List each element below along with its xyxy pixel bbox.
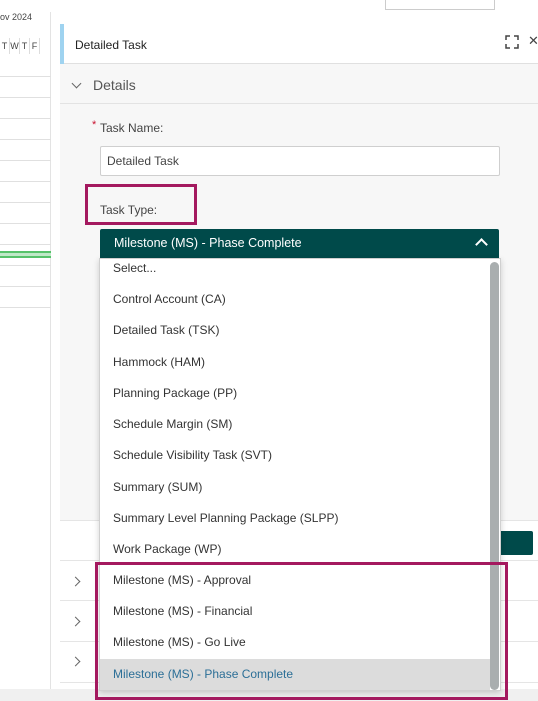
gantt-row-line bbox=[0, 265, 51, 266]
top-selector-fragment[interactable] bbox=[385, 0, 495, 10]
gantt-row-line bbox=[0, 307, 51, 308]
gantt-day-header: F bbox=[30, 38, 40, 54]
dropdown-option[interactable]: Schedule Margin (SM) bbox=[100, 409, 490, 440]
task-type-label: Task Type: bbox=[100, 203, 158, 217]
close-icon[interactable]: ✕ bbox=[528, 34, 538, 48]
gantt-day-header: T bbox=[20, 38, 30, 54]
task-name-label: Task Name: bbox=[100, 121, 164, 135]
gantt-day-headers: T W T F bbox=[0, 38, 51, 54]
details-section-title: Details bbox=[93, 77, 136, 93]
dropdown-option[interactable]: Hammock (HAM) bbox=[100, 347, 490, 378]
gantt-chart-sliver bbox=[0, 12, 51, 701]
task-name-input[interactable]: Detailed Task bbox=[100, 146, 500, 176]
dropdown-option[interactable]: Work Package (WP) bbox=[100, 534, 490, 565]
gantt-row-line bbox=[0, 202, 51, 203]
gantt-row-line bbox=[0, 160, 51, 161]
gantt-row-line bbox=[0, 244, 51, 245]
gantt-task-bar[interactable] bbox=[0, 251, 51, 258]
panel-header-accent bbox=[60, 24, 64, 64]
dropdown-option[interactable]: Detailed Task (TSK) bbox=[100, 315, 490, 346]
gantt-row-line bbox=[0, 223, 51, 224]
dropdown-option[interactable]: Summary Level Planning Package (SLPP) bbox=[100, 503, 490, 534]
dropdown-option[interactable]: Schedule Visibility Task (SVT) bbox=[100, 440, 490, 471]
gantt-day-header: W bbox=[10, 38, 20, 54]
dropdown-option[interactable]: Control Account (CA) bbox=[100, 284, 490, 315]
gantt-month-label: ov 2024 bbox=[0, 12, 33, 22]
gantt-row-line bbox=[0, 118, 51, 119]
panel-title: Detailed Task bbox=[75, 38, 147, 52]
dropdown-option[interactable]: Select... bbox=[100, 253, 490, 284]
gantt-row-line bbox=[0, 97, 51, 98]
gantt-row-line bbox=[0, 76, 51, 77]
dropdown-option[interactable]: Planning Package (PP) bbox=[100, 378, 490, 409]
gantt-row-line bbox=[0, 286, 51, 287]
required-asterisk: * bbox=[92, 119, 97, 131]
gantt-row-line bbox=[0, 139, 51, 140]
annotation-highlight-milestones bbox=[95, 562, 508, 700]
gantt-day-header: T bbox=[0, 38, 10, 54]
dropdown-option[interactable]: Summary (SUM) bbox=[100, 472, 490, 503]
expand-icon[interactable] bbox=[505, 35, 519, 49]
gantt-row-line bbox=[0, 181, 51, 182]
